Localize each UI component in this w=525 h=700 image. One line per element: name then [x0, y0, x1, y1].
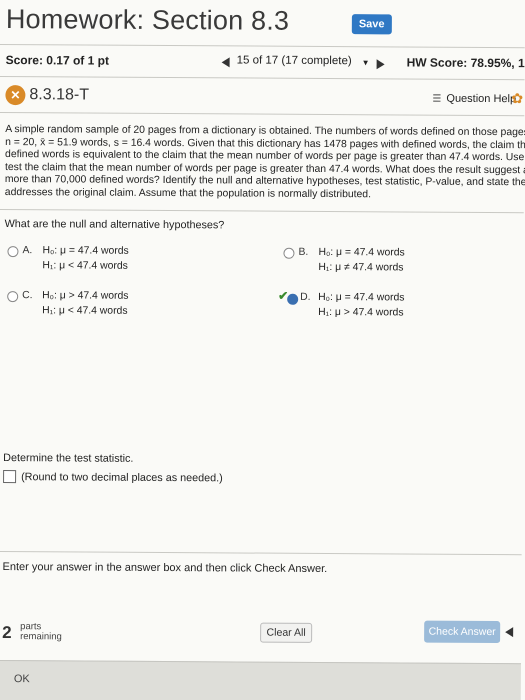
option-c-letter: C.: [22, 290, 33, 302]
option-d-h1: H₁: μ > 47.4 words: [318, 306, 404, 319]
next-question-icon[interactable]: [376, 59, 385, 70]
divider: [0, 43, 525, 49]
hypotheses-prompt: What are the null and alternative hypoth…: [4, 218, 225, 232]
option-a-h0: H₀: μ = 47.4 words: [42, 245, 129, 257]
save-button[interactable]: Save: [351, 14, 392, 35]
option-b-letter: B.: [298, 246, 309, 258]
check-answer-button[interactable]: Check Answer: [424, 620, 501, 644]
option-d-radio[interactable]: [287, 293, 299, 305]
option-c-h0: H₀: μ > 47.4 words: [42, 290, 129, 302]
test-statistic-prompt: Determine the test statistic.: [3, 452, 134, 465]
dialog-footer: [0, 659, 521, 700]
option-d-letter: D.: [300, 291, 311, 303]
gear-icon[interactable]: ✿: [511, 90, 523, 107]
previous-question-icon[interactable]: [221, 57, 230, 68]
option-b-radio[interactable]: [283, 247, 295, 259]
screen: Homework: Section 8.3 Save Score: 0.17 o…: [0, 0, 525, 700]
list-icon[interactable]: ☰: [432, 94, 441, 105]
ok-button[interactable]: OK: [14, 673, 30, 685]
rounding-note: (Round to two decimal places as needed.): [21, 471, 223, 485]
hw-score-text: HW Score: 78.95%, 13.42 of 17 p: [406, 55, 525, 71]
option-b-h1: H₁: μ ≠ 47.4 words: [318, 261, 404, 274]
parts-label-line: remaining: [20, 631, 62, 643]
option-c-radio[interactable]: [7, 291, 19, 303]
option-b-h0: H₀: μ = 47.4 words: [318, 246, 405, 259]
option-d-h0: H₀: μ = 47.4 words: [318, 291, 405, 304]
page-title: Homework: Section 8.3: [5, 4, 290, 36]
parts-remaining-count: 2: [2, 623, 12, 643]
divider: [0, 111, 525, 117]
previous-arrow-icon[interactable]: [505, 627, 514, 638]
test-statistic-input[interactable]: [3, 470, 17, 484]
option-a-letter: A.: [22, 245, 33, 257]
parts-remaining-label: parts remaining: [20, 621, 62, 643]
chevron-down-icon[interactable]: ▼: [362, 58, 370, 67]
instruction-text: Enter your answer in the answer box and …: [2, 561, 328, 576]
partial-credit-icon: ✕: [5, 85, 26, 106]
option-a-radio[interactable]: [7, 246, 19, 258]
divider: [0, 75, 525, 81]
option-c-h1: H₁: μ < 47.4 words: [42, 305, 128, 317]
score-text: Score: 0.17 of 1 pt: [5, 53, 110, 68]
question-help-button[interactable]: Question Help: [446, 93, 516, 105]
question-progress-dropdown[interactable]: 15 of 17 (17 complete): [237, 54, 352, 67]
divider: [0, 208, 524, 214]
question-id: 8.3.18-T: [29, 86, 90, 104]
problem-text-line: addresses the original claim. Assume tha…: [4, 186, 372, 200]
clear-all-button[interactable]: Clear All: [260, 622, 313, 643]
divider: [0, 550, 522, 556]
option-a-h1: H₁: μ < 47.4 words: [42, 260, 128, 272]
